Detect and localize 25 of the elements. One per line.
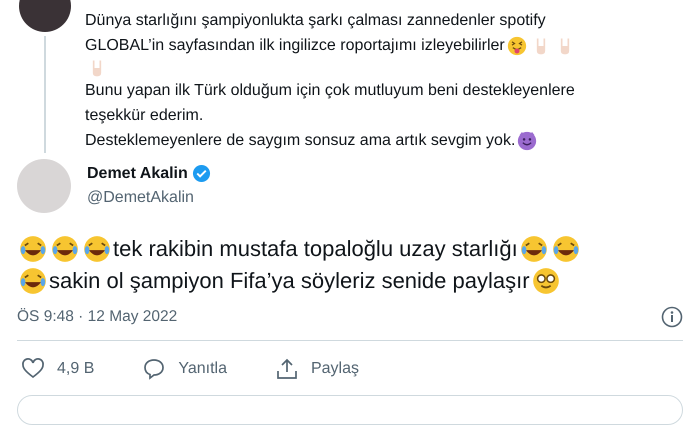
tweet-text: sakin ol şampiyon Fifa’ya söyleriz senide paylaşır bbox=[49, 267, 530, 295]
share-button[interactable]: Paylaş bbox=[274, 357, 360, 382]
like-button[interactable]: 4,9 B bbox=[21, 357, 94, 382]
speech-bubble-icon bbox=[142, 357, 166, 382]
reply-button[interactable]: Yanıtla bbox=[142, 357, 227, 382]
timestamp[interactable]: ÖS 9:48 · 12 May 2022 bbox=[17, 305, 178, 328]
author-handle[interactable]: @DemetAkalin bbox=[87, 186, 211, 210]
tweet-text: Desteklemeyenlere de saygım sonsuz ama artık sevgim yok. bbox=[85, 131, 516, 151]
tongue-face-icon bbox=[506, 36, 527, 56]
tweet-text: Bunu yapan ilk Türk olduğum için çok mutluyum beni destekleyenlere bbox=[85, 81, 575, 101]
tweet-text: tek rakibin mustafa topaloğlu uzay starlığı bbox=[113, 235, 518, 263]
author-name[interactable]: Demet Akalin bbox=[87, 162, 188, 186]
share-icon bbox=[274, 357, 299, 382]
devil-face-icon bbox=[517, 130, 538, 150]
laughing-face-icon bbox=[19, 235, 47, 263]
laughing-face-icon bbox=[83, 235, 111, 263]
tweet-text: teşekkür ederim. bbox=[85, 106, 204, 126]
nerd-face-icon bbox=[532, 267, 560, 295]
laughing-face-icon bbox=[51, 235, 79, 263]
tweet-text: GLOBAL’in sayfasından ilk ingilizce roportajımı izleyebilirler bbox=[85, 36, 505, 56]
laughing-face-icon bbox=[520, 235, 548, 263]
laughing-face-icon bbox=[19, 267, 47, 295]
tweet-text: Dünya starlığını şampiyonlukta şarkı çalması zannedenler spotify bbox=[85, 11, 546, 31]
info-icon[interactable] bbox=[661, 306, 683, 328]
laughing-face-icon bbox=[552, 235, 580, 263]
